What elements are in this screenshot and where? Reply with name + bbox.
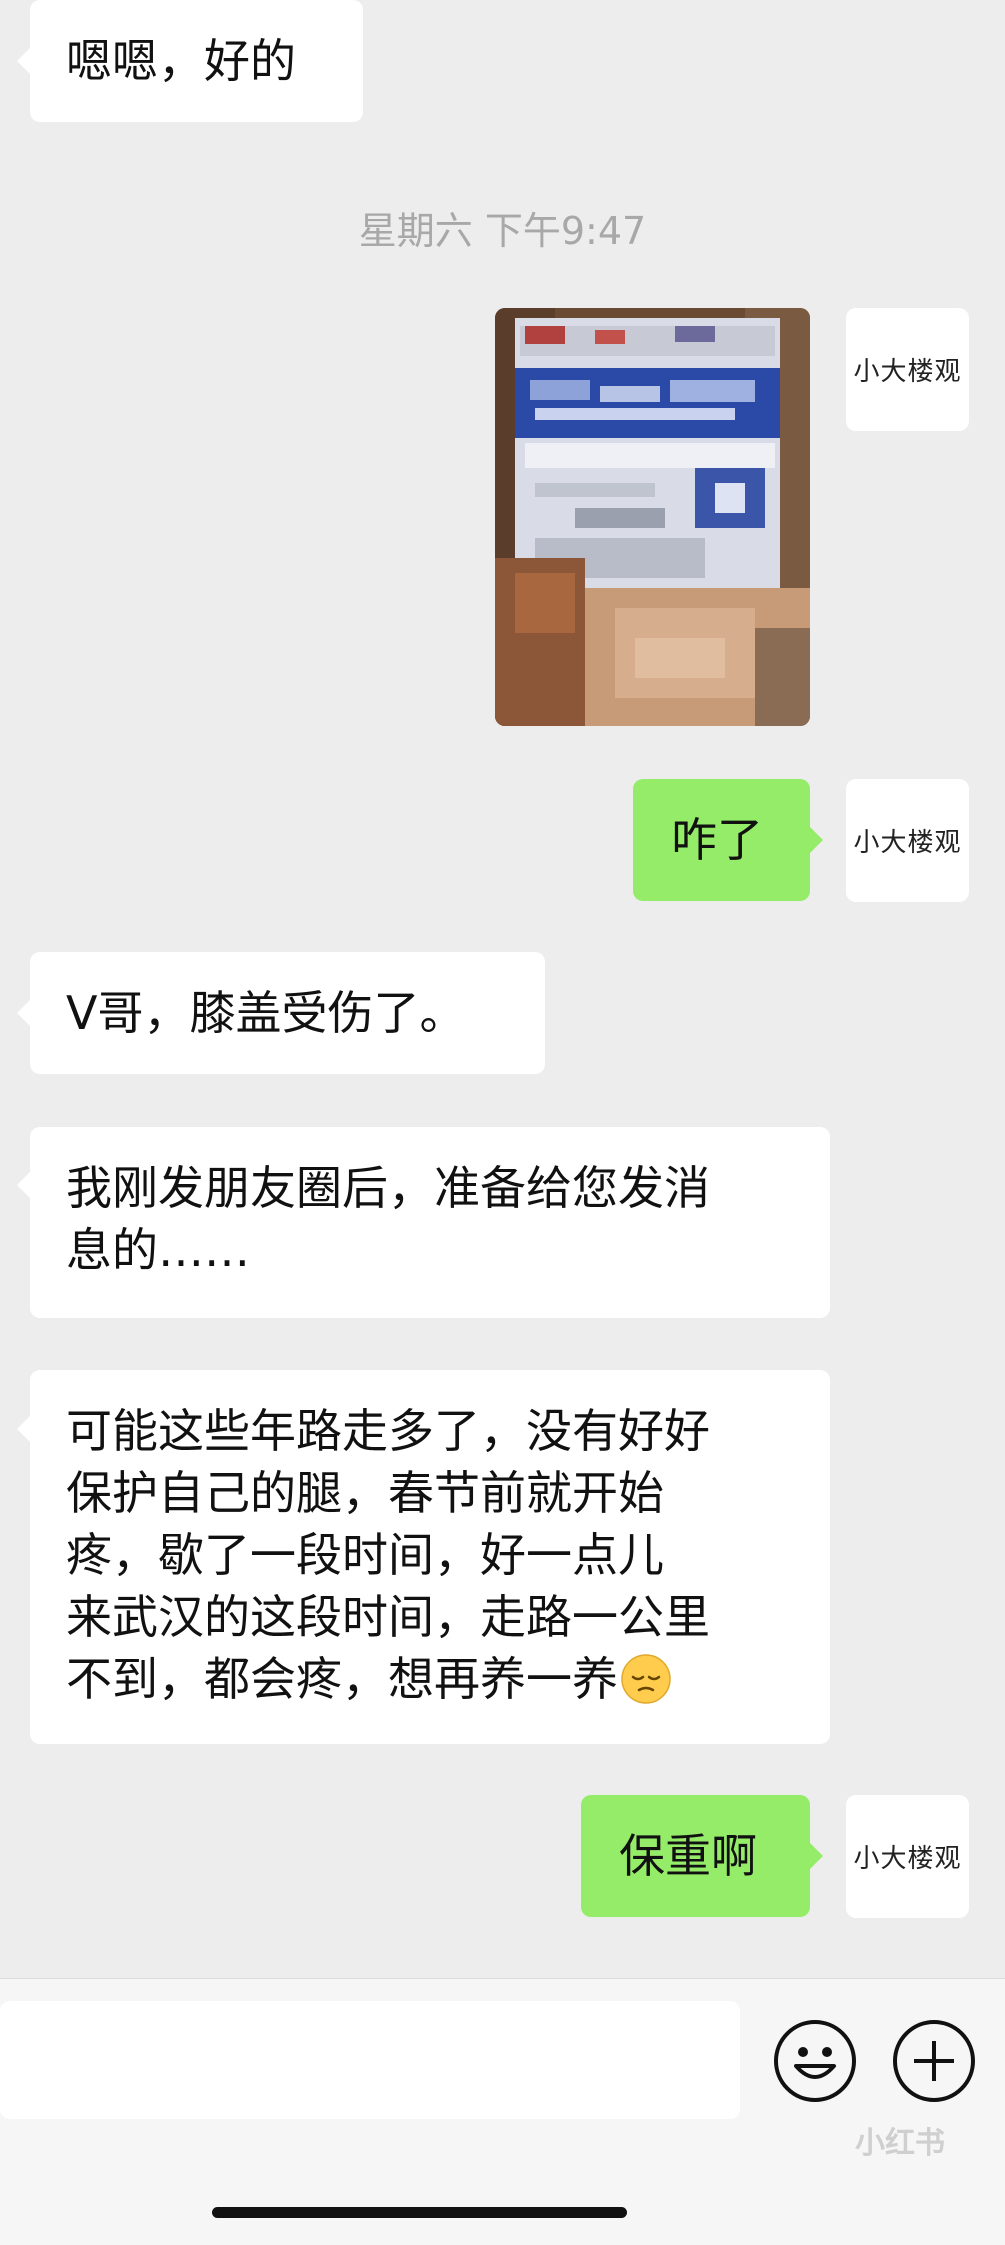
message-bubble-incoming[interactable]: V哥，膝盖受伤了。 [30,952,545,1074]
composer-bar [0,1978,1005,2245]
message-text: 咋了 [671,813,763,867]
message-bubble-incoming[interactable]: 可能这些年路走多了，没有好好 保护自己的腿，春节前就开始 疼，歇了一段时间，好一… [30,1370,830,1744]
bubble-tail [17,48,30,74]
message-line-text: 不到，都会疼，想再养一养 [66,1652,618,1706]
message-line: 保护自己的腿，春节前就开始 [66,1466,664,1520]
watermark: 小红书 [855,2126,945,2161]
bubble-tail [17,1000,30,1026]
pixelated-photo [495,308,810,726]
bubble-tail [810,1843,823,1869]
chat-timestamp: 星期六 下午9:47 [358,209,647,253]
message-text: 保重啊 [619,1829,757,1883]
message-line: 息的…… [66,1223,250,1277]
avatar-label: 小大楼观 [853,828,962,858]
message-line: 来武汉的这段时间，走路一公里 [66,1590,710,1644]
message-line: 可能这些年路走多了，没有好好 [66,1404,710,1458]
avatar[interactable]: 小大楼观 [846,308,969,431]
avatar[interactable]: 小大楼观 [846,779,969,902]
message-line: 我刚发朋友圈后，准备给您发消 [66,1161,710,1215]
smiley-icon [794,2047,836,2079]
bubble-tail [17,1416,30,1442]
pensive-face-icon [621,1654,671,1704]
avatar[interactable]: 小大楼观 [846,1795,969,1918]
avatar-label: 小大楼观 [853,357,962,387]
message-bubble-outgoing[interactable]: 咋了 [633,779,810,901]
plus-icon [914,2041,954,2081]
avatar-label: 小大楼观 [853,1844,962,1874]
bubble-tail [810,827,823,853]
message-input[interactable] [0,2001,740,2119]
message-bubble-incoming[interactable]: 我刚发朋友圈后，准备给您发消 息的…… [30,1127,830,1318]
emoji-button[interactable] [774,2020,856,2102]
message-bubble-outgoing[interactable]: 保重啊 [581,1795,810,1917]
plus-button[interactable] [893,2020,975,2102]
message-text: 嗯嗯，好的 [66,34,296,88]
message-bubble-incoming[interactable]: 嗯嗯，好的 [30,0,363,122]
message-line-last: 不到，都会疼，想再养一养 [66,1648,830,1710]
message-text: V哥，膝盖受伤了。 [66,986,466,1040]
home-indicator[interactable] [212,2207,627,2218]
message-line: 疼，歇了一段时间，好一点儿 [66,1528,664,1582]
photo-message[interactable] [495,308,810,726]
bubble-tail [17,1172,30,1198]
